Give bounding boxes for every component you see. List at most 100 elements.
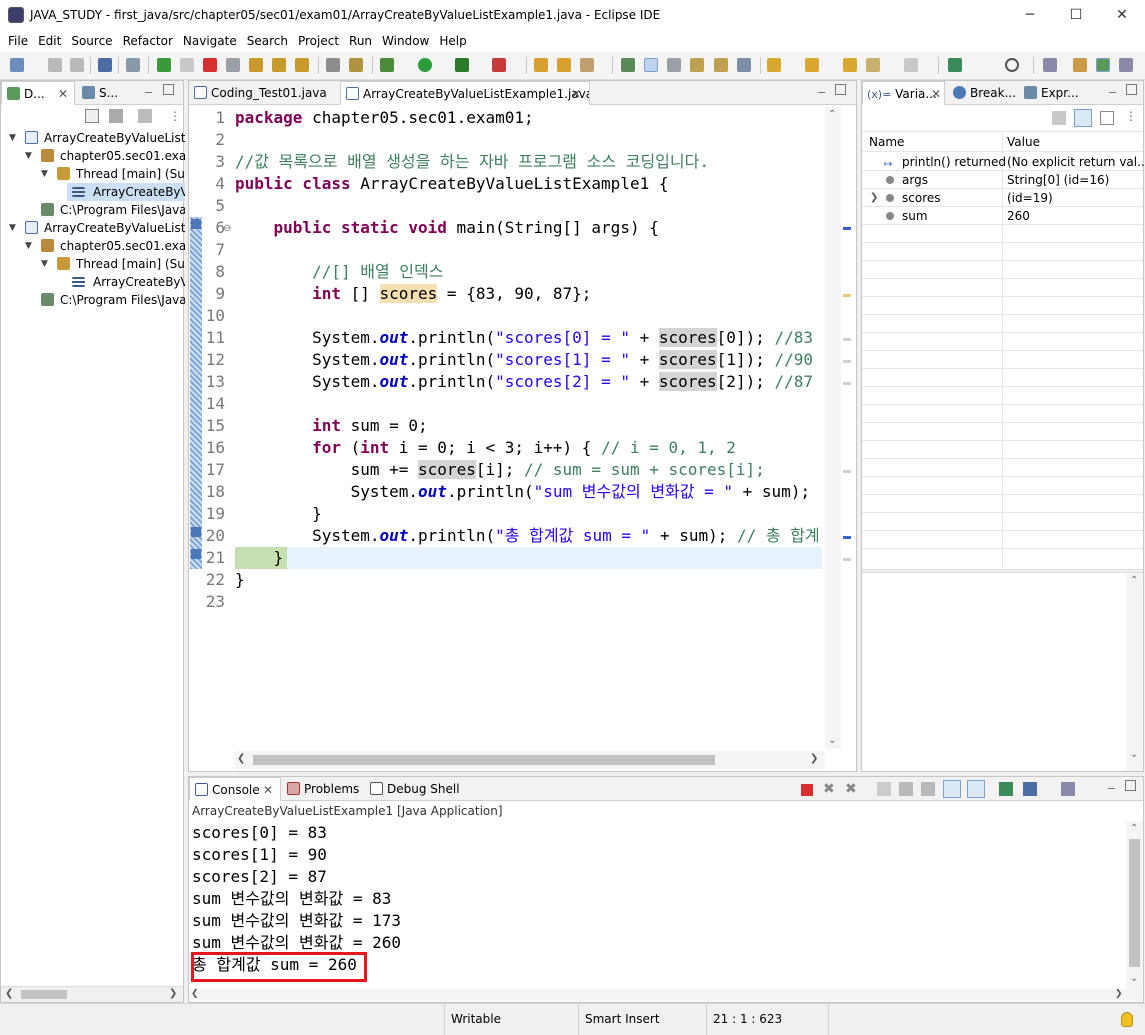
overview-marker[interactable] [843, 558, 851, 561]
search-tools-icon[interactable] [580, 58, 594, 72]
tree-item[interactable]: ▼ Thread [main] (Susp [1, 255, 185, 273]
scroll-right-icon[interactable]: ❯ [169, 988, 177, 999]
remove-launch-icon[interactable]: ✖ [823, 781, 835, 797]
detail-pane[interactable] [862, 573, 1126, 771]
menu-project[interactable]: Project [293, 30, 344, 52]
table-row[interactable]: args String[0] (id=16) [862, 171, 1143, 189]
scroll-left-icon[interactable]: ❮ [5, 988, 13, 999]
debug-settings-icon[interactable] [138, 109, 152, 123]
terminal-icon[interactable] [98, 58, 112, 72]
chevron-down-icon[interactable]: ▼ [9, 219, 16, 237]
show-console-on-stderr-icon[interactable] [967, 780, 985, 798]
pin-editor-icon[interactable] [948, 58, 962, 72]
last-edit-location-icon[interactable] [843, 58, 857, 72]
remove-terminated-icon[interactable] [109, 109, 123, 123]
show-logical-structure-icon[interactable] [1074, 109, 1092, 127]
maximize-button[interactable]: ☐ [1053, 0, 1099, 30]
toggle-mark-occurrences-icon[interactable] [644, 58, 658, 72]
menu-source[interactable]: Source [66, 30, 117, 52]
scroll-left-icon[interactable]: ❮ [237, 753, 245, 764]
tree-item-selected[interactable]: ArrayCreateByVa [67, 183, 185, 201]
menu-window[interactable]: Window [377, 30, 434, 52]
maximize-view-icon[interactable] [1125, 780, 1136, 791]
open-type-icon[interactable] [557, 58, 571, 72]
clear-console-icon[interactable] [877, 782, 891, 796]
show-whitespace-icon[interactable] [714, 58, 728, 72]
next-edit-icon[interactable] [767, 58, 781, 72]
step-return-icon[interactable] [295, 58, 309, 72]
close-tab-icon[interactable]: ✕ [931, 82, 941, 104]
chevron-down-icon[interactable]: ▼ [41, 255, 48, 273]
tab-arraycreate[interactable]: ArrayCreateByValueListExample1.java ✕ [340, 81, 590, 105]
code-editor[interactable]: package chapter05.sec01.exam01; //값 목록으로… [235, 107, 818, 743]
table-row[interactable]: ↦ println() returned (No explicit return… [862, 153, 1145, 171]
menu-edit[interactable]: Edit [33, 30, 66, 52]
collapse-all-icon[interactable] [85, 109, 99, 123]
scroll-down-icon[interactable]: ⌄ [1130, 749, 1138, 760]
terminate-icon[interactable] [801, 784, 813, 796]
scroll-up-icon[interactable]: ⌃ [1130, 823, 1138, 834]
lightbulb-icon[interactable] [1121, 1012, 1133, 1027]
horizontal-scrollbar[interactable]: ❮ ❯ [1, 986, 183, 1002]
close-tab-icon[interactable]: ✕ [571, 82, 581, 104]
collapse-all-icon[interactable] [1100, 111, 1114, 125]
show-console-on-stdout-icon[interactable] [943, 780, 961, 798]
overview-marker[interactable] [843, 360, 851, 363]
minimize-view-icon[interactable]: − [817, 86, 826, 99]
vertical-scrollbar[interactable]: ⌃ ⌄ [825, 107, 841, 749]
console-output[interactable]: scores[0] = 83 scores[1] = 90 scores[2] … [189, 821, 1126, 989]
overview-marker[interactable] [843, 338, 851, 341]
close-tab-icon[interactable]: ✕ [58, 82, 68, 104]
tree-item[interactable]: ▼ chapter05.sec01.exam [1, 147, 185, 165]
close-tab-icon[interactable]: ✕ [263, 778, 273, 800]
tree-item[interactable]: ArrayCreateByVa [1, 273, 185, 291]
debug-icon[interactable] [380, 58, 394, 72]
new-java-package-icon[interactable] [534, 58, 548, 72]
drop-to-frame-icon[interactable] [326, 58, 340, 72]
step-over-icon[interactable] [272, 58, 286, 72]
table-row[interactable]: sum 260 [862, 207, 1143, 225]
view-menu-icon[interactable]: ⋮ [169, 109, 181, 123]
menu-navigate[interactable]: Navigate [178, 30, 242, 52]
save-icon[interactable] [48, 58, 62, 72]
tree-item[interactable]: ▼ ArrayCreateByValueListExa [1, 219, 185, 237]
scroll-thumb[interactable] [1129, 839, 1140, 967]
minimize-view-icon[interactable]: − [144, 86, 153, 99]
chevron-right-icon[interactable]: ❯ [870, 189, 878, 207]
horizontal-scrollbar[interactable]: ❮ ❯ [235, 751, 825, 769]
status-cursor-position[interactable]: 21 : 1 : 623 [706, 1004, 828, 1035]
previous-edit-icon[interactable] [805, 58, 819, 72]
horizontal-scrollbar[interactable]: ❮ ❯ [189, 989, 1143, 1002]
coverage-icon[interactable] [455, 58, 469, 72]
open-console-icon[interactable] [1061, 782, 1075, 796]
block-selection-icon[interactable] [667, 58, 681, 72]
pilcrow-icon[interactable] [737, 58, 751, 72]
tree-item[interactable]: C:\Program Files\Java [1, 291, 185, 309]
minimize-view-icon[interactable]: − [1107, 782, 1116, 795]
overview-marker[interactable] [843, 470, 851, 473]
overview-marker[interactable] [843, 294, 851, 297]
view-menu-icon[interactable]: ⋮ [1125, 109, 1137, 123]
chevron-down-icon[interactable]: ▼ [41, 165, 48, 183]
menu-refactor[interactable]: Refactor [118, 30, 178, 52]
next-annotation-icon[interactable] [621, 58, 635, 72]
overview-marker[interactable] [843, 536, 851, 539]
menu-file[interactable]: File [3, 30, 33, 52]
scroll-lock-icon[interactable] [899, 782, 913, 796]
vertical-scrollbar[interactable]: ⌃ ⌄ [1126, 821, 1143, 989]
back-icon[interactable] [866, 58, 880, 72]
search-icon[interactable] [1005, 58, 1019, 72]
suspend-icon[interactable] [180, 58, 194, 72]
team-perspective-icon[interactable] [1119, 58, 1133, 72]
menu-help[interactable]: Help [434, 30, 471, 52]
display-selected-console-icon[interactable] [1023, 782, 1037, 796]
maximize-view-icon[interactable] [163, 84, 174, 95]
scroll-right-icon[interactable]: ❯ [1115, 989, 1123, 999]
status-insert-mode[interactable]: Smart Insert [578, 1004, 706, 1035]
open-perspective-icon[interactable] [1043, 58, 1057, 72]
remove-all-terminated-icon[interactable]: ✖ [845, 781, 857, 797]
scroll-down-icon[interactable]: ⌄ [828, 735, 836, 746]
tab-variables[interactable]: (x)= Varia... ✕ [862, 81, 945, 105]
scroll-right-icon[interactable]: ❯ [810, 753, 818, 764]
use-step-filters-icon[interactable] [349, 58, 363, 72]
